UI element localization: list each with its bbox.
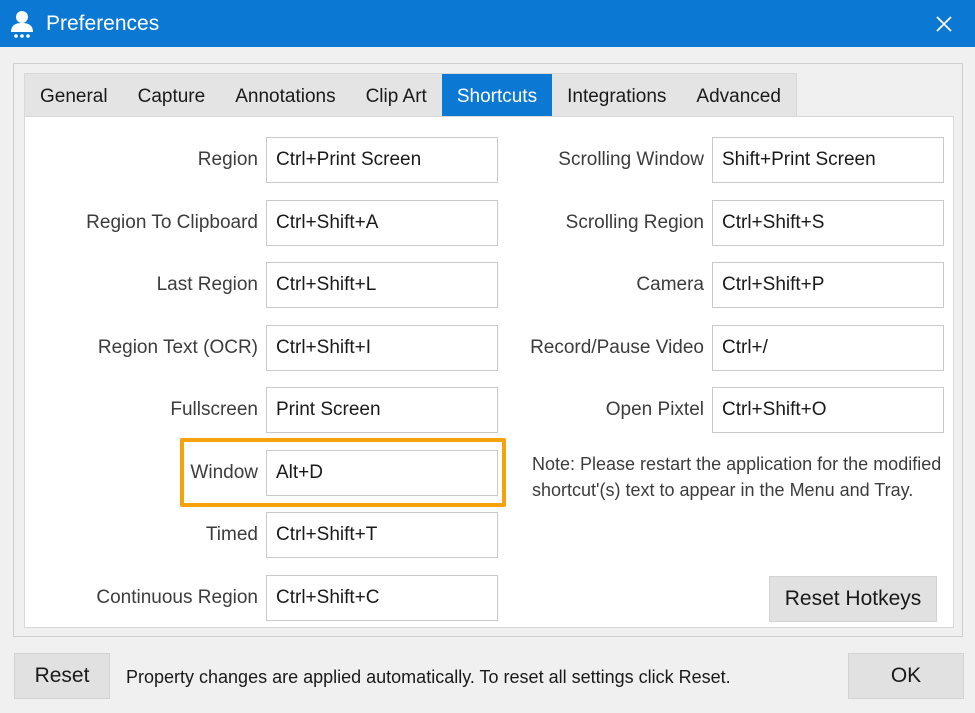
shortcut-label: Open Pixtel [605,399,704,420]
shortcut-field-region[interactable] [266,137,498,183]
shortcut-label: Window [190,462,258,483]
shortcut-label: Region To Clipboard [86,212,258,233]
tab-clip-art[interactable]: Clip Art [351,74,442,117]
close-icon[interactable] [928,8,960,40]
tab-advanced[interactable]: Advanced [681,74,796,117]
shortcut-field-fullscreen[interactable] [266,387,498,433]
tab-bar: General Capture Annotations Clip Art Sho… [24,73,797,117]
shortcut-label: Region Text (OCR) [97,337,258,358]
tab-capture[interactable]: Capture [123,74,221,117]
shortcut-label: Timed [205,524,258,545]
shortcut-label: Camera [636,274,704,295]
shortcut-row-scrolling-region: Scrolling Region [480,200,944,246]
shortcut-label: Continuous Region [96,587,258,608]
shortcut-field-scrolling-window[interactable] [712,137,944,183]
shortcut-row-region: Region [35,137,498,183]
footer-info-text: Property changes are applied automatical… [126,667,731,687]
shortcut-row-region-text-ocr: Region Text (OCR) [35,325,498,371]
shortcut-field-open-pixtel[interactable] [712,387,944,433]
shortcut-row-region-to-clipboard: Region To Clipboard [35,200,498,246]
shortcut-label: Region [197,149,258,170]
shortcut-label: Scrolling Window [558,149,704,170]
user-icon [11,11,33,38]
shortcut-field-camera[interactable] [712,262,944,308]
shortcut-field-last-region[interactable] [266,262,498,308]
shortcut-row-fullscreen: Fullscreen [35,387,498,433]
tab-shortcuts[interactable]: Shortcuts [441,74,553,117]
window-title: Preferences [46,12,160,35]
shortcut-field-window[interactable] [266,450,498,496]
reset-button[interactable]: Reset [14,653,110,699]
shortcut-row-window: Window [35,450,498,496]
shortcut-field-record-pause-video[interactable] [712,325,944,371]
shortcut-row-continuous-region: Continuous Region [35,575,498,621]
ok-button[interactable]: OK [848,653,964,699]
shortcut-row-open-pixtel: Open Pixtel [480,387,944,433]
shortcut-field-region-to-clipboard[interactable] [266,200,498,246]
shortcut-row-timed: Timed [35,512,498,558]
shortcut-row-record-pause-video: Record/Pause Video [480,325,944,371]
reset-hotkeys-button[interactable]: Reset Hotkeys [769,576,937,622]
shortcut-field-region-text-ocr[interactable] [266,325,498,371]
shortcut-field-continuous-region[interactable] [266,575,498,621]
shortcut-row-scrolling-window: Scrolling Window [480,137,944,183]
shortcut-field-timed[interactable] [266,512,498,558]
shortcut-label: Fullscreen [170,399,258,420]
shortcut-field-scrolling-region[interactable] [712,200,944,246]
title-bar: Preferences [0,0,975,47]
shortcut-label: Last Region [156,274,258,295]
tab-integrations[interactable]: Integrations [552,74,681,117]
tab-annotations[interactable]: Annotations [220,74,350,117]
restart-note: Note: Please restart the application for… [532,454,942,500]
tab-general[interactable]: General [25,74,123,117]
shortcut-label: Record/Pause Video [530,337,704,358]
shortcut-row-last-region: Last Region [35,262,498,308]
shortcut-row-camera: Camera [480,262,944,308]
shortcut-label: Scrolling Region [565,212,704,233]
